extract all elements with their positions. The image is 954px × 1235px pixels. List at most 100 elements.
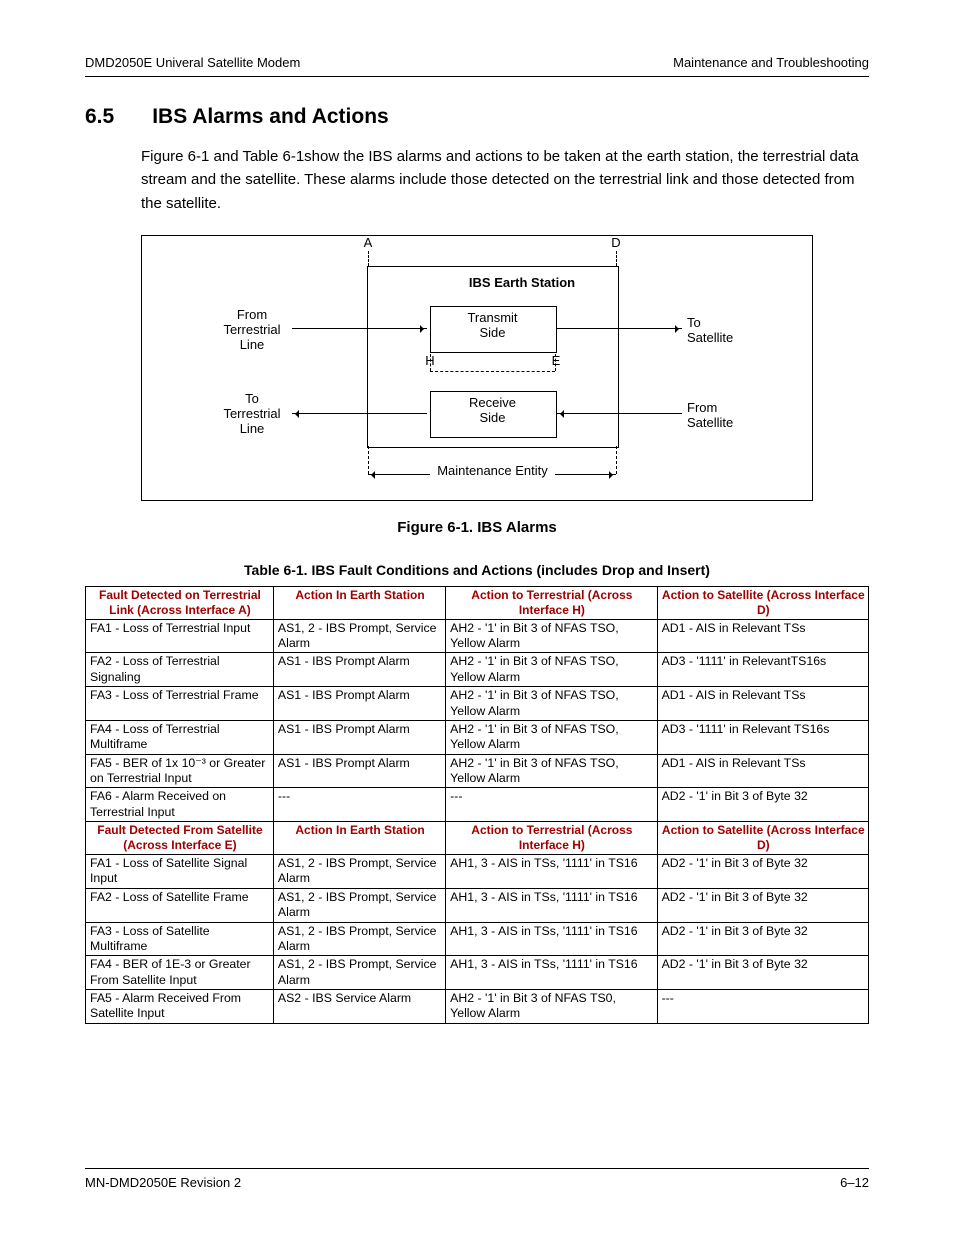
arrow-out-rx [292,413,427,414]
table-cell: AS1 - IBS Prompt Alarm [273,687,445,721]
footer: MN-DMD2050E Revision 2 6–12 [85,1168,869,1190]
table-cell: AS1 - IBS Prompt Alarm [273,754,445,788]
table-cell: AS1, 2 - IBS Prompt, Service Alarm [273,855,445,889]
table-cell: --- [273,788,445,822]
footer-left: MN-DMD2050E Revision 2 [85,1175,241,1190]
table-cell: AH2 - '1' in Bit 3 of NFAS TS0, Yellow A… [446,989,657,1023]
label-E: E [548,354,564,369]
th: Fault Detected on Terrestrial Link (Acro… [86,586,274,619]
earth-station-title: IBS Earth Station [442,276,602,291]
table-cell: AS1, 2 - IBS Prompt, Service Alarm [273,619,445,653]
table-cell: AD3 - '1111' in RelevantTS16s [657,653,868,687]
table-row: FA3 - Loss of Terrestrial FrameAS1 - IBS… [86,687,869,721]
dash-D [616,251,617,266]
head-left: DMD2050E Univeral Satellite Modem [85,55,300,70]
to-sat-label: To Satellite [687,316,757,346]
footer-right: 6–12 [840,1175,869,1190]
label-D: D [608,236,624,251]
table-cell: AH1, 3 - AIS in TSs, '1111' in TS16 [446,922,657,956]
table-row: FA2 - Loss of Satellite FrameAS1, 2 - IB… [86,888,869,922]
running-head: DMD2050E Univeral Satellite Modem Mainte… [85,55,869,70]
table-cell: AH2 - '1' in Bit 3 of NFAS TSO, Yellow A… [446,720,657,754]
foot-rule [85,1168,869,1169]
arrow-in-tx [292,328,427,329]
table-row: FA4 - BER of 1E-3 or Greater From Satell… [86,956,869,990]
table-cell: FA4 - Loss of Terrestrial Multiframe [86,720,274,754]
table-cell: AS1 - IBS Prompt Alarm [273,653,445,687]
table-caption: Table 6-1. IBS Fault Conditions and Acti… [85,562,869,578]
to-terr-label: To Terrestrial Line [212,392,292,437]
th: Action to Satellite (Across Interface D) [657,586,868,619]
table-cell: AD2 - '1' in Bit 3 of Byte 32 [657,855,868,889]
table-cell: AD1 - AIS in Relevant TSs [657,619,868,653]
from-sat-label: From Satellite [687,401,757,431]
table-head-row-2: Fault Detected From Satellite (Across In… [86,822,869,855]
table-row: FA4 - Loss of Terrestrial MultiframeAS1 … [86,720,869,754]
table-cell: AH2 - '1' in Bit 3 of NFAS TSO, Yellow A… [446,687,657,721]
th: Action In Earth Station [273,586,445,619]
table-cell: AH2 - '1' in Bit 3 of NFAS TSO, Yellow A… [446,619,657,653]
table-cell: AD2 - '1' in Bit 3 of Byte 32 [657,922,868,956]
transmit-label: Transmit Side [430,311,555,341]
table-cell: FA4 - BER of 1E-3 or Greater From Satell… [86,956,274,990]
table-cell: FA2 - Loss of Satellite Frame [86,888,274,922]
table-row: FA1 - Loss of Terrestrial InputAS1, 2 - … [86,619,869,653]
table-cell: --- [657,989,868,1023]
table-cell: FA1 - Loss of Satellite Signal Input [86,855,274,889]
table-cell: FA1 - Loss of Terrestrial Input [86,619,274,653]
table-cell: FA3 - Loss of Satellite Multiframe [86,922,274,956]
table-cell: FA5 - Alarm Received From Satellite Inpu… [86,989,274,1023]
table-row: FA5 - Alarm Received From Satellite Inpu… [86,989,869,1023]
section-title: IBS Alarms and Actions [152,105,389,129]
th: Fault Detected From Satellite (Across In… [86,822,274,855]
table-cell: AH2 - '1' in Bit 3 of NFAS TSO, Yellow A… [446,653,657,687]
figure-caption: Figure 6-1. IBS Alarms [85,519,869,536]
table-head-row-1: Fault Detected on Terrestrial Link (Acro… [86,586,869,619]
table-cell: FA6 - Alarm Received on Terrestrial Inpu… [86,788,274,822]
table-row: FA2 - Loss of Terrestrial SignalingAS1 -… [86,653,869,687]
label-A: A [360,236,376,251]
table-cell: AH1, 3 - AIS in TSs, '1111' in TS16 [446,855,657,889]
table-cell: AS1, 2 - IBS Prompt, Service Alarm [273,922,445,956]
section-number: 6.5 [85,105,114,129]
table-cell: FA2 - Loss of Terrestrial Signaling [86,653,274,687]
label-H: H [422,354,438,369]
table-row: FA3 - Loss of Satellite MultiframeAS1, 2… [86,922,869,956]
table-cell: AD2 - '1' in Bit 3 of Byte 32 [657,956,868,990]
table-row: FA5 - BER of 1x 10⁻³ or Greater on Terre… [86,754,869,788]
table-cell: AH2 - '1' in Bit 3 of NFAS TSO, Yellow A… [446,754,657,788]
table-cell: --- [446,788,657,822]
arrow-out-tx [557,328,682,329]
table-cell: FA5 - BER of 1x 10⁻³ or Greater on Terre… [86,754,274,788]
intro-paragraph: Figure 6-1 and Table 6-1show the IBS ala… [141,145,869,215]
th: Action In Earth Station [273,822,445,855]
figure-6-1: Transmit Side Receive Side IBS Earth Sta… [141,235,813,501]
table-row: FA6 - Alarm Received on Terrestrial Inpu… [86,788,869,822]
dash-maint-r [616,446,617,474]
table-cell: AD2 - '1' in Bit 3 of Byte 32 [657,888,868,922]
table-cell: AD2 - '1' in Bit 3 of Byte 32 [657,788,868,822]
table-cell: AH1, 3 - AIS in TSs, '1111' in TS16 [446,888,657,922]
receive-label: Receive Side [430,396,555,426]
table-cell: FA3 - Loss of Terrestrial Frame [86,687,274,721]
th: Action to Terrestrial (Across Interface … [446,586,657,619]
table-cell: AH1, 3 - AIS in TSs, '1111' in TS16 [446,956,657,990]
table-cell: AD1 - AIS in Relevant TSs [657,687,868,721]
table-cell: AD1 - AIS in Relevant TSs [657,754,868,788]
dash-maint-l [368,446,369,474]
from-terr-label: From Terrestrial Line [212,308,292,353]
dash-A [368,251,369,266]
dash-HE [430,371,555,372]
fault-table: Fault Detected on Terrestrial Link (Acro… [85,586,869,1024]
table-row: FA1 - Loss of Satellite Signal InputAS1,… [86,855,869,889]
table-cell: AS2 - IBS Service Alarm [273,989,445,1023]
table-cell: AD3 - '1111' in Relevant TS16s [657,720,868,754]
head-right: Maintenance and Troubleshooting [673,55,869,70]
section-heading: 6.5 IBS Alarms and Actions [85,105,869,129]
maint-label: Maintenance Entity [430,464,555,479]
th: Action to Terrestrial (Across Interface … [446,822,657,855]
page: DMD2050E Univeral Satellite Modem Mainte… [0,0,954,1235]
head-rule [85,76,869,77]
table-cell: AS1, 2 - IBS Prompt, Service Alarm [273,888,445,922]
table-cell: AS1, 2 - IBS Prompt, Service Alarm [273,956,445,990]
